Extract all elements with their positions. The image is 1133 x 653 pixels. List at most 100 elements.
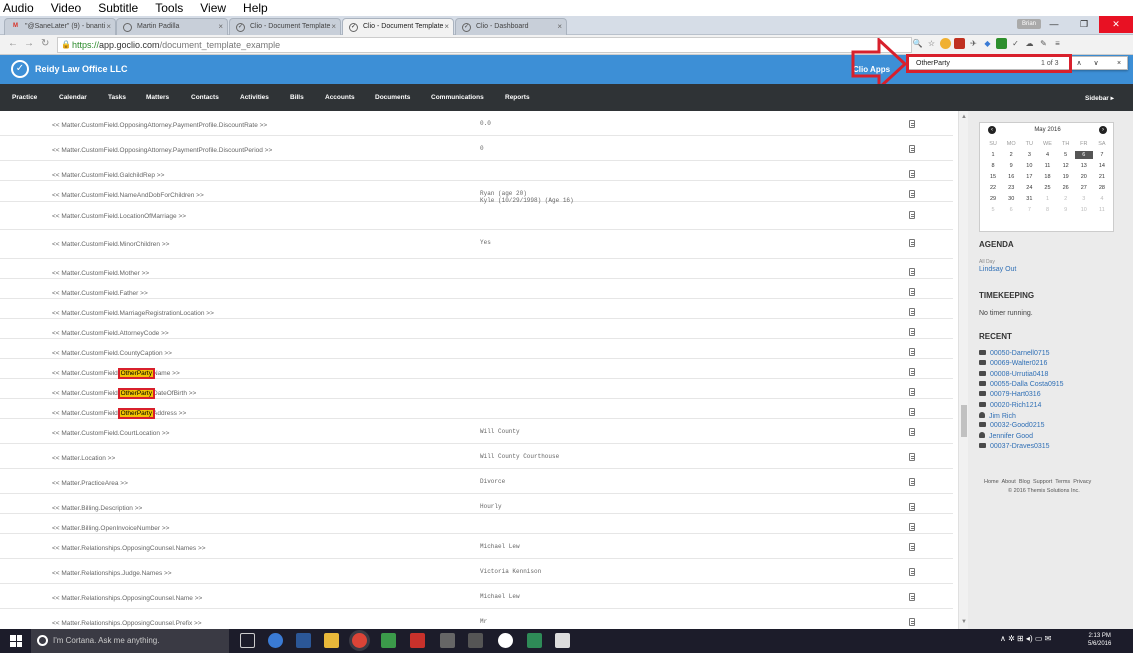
find-previous-icon[interactable]: ∧: [1073, 58, 1085, 69]
pen-extension-icon[interactable]: ✎: [1038, 38, 1049, 49]
tab-gmail[interactable]: M "@SaneLater" (9) - bnanti ×: [4, 18, 116, 35]
menu-subtitle[interactable]: Subtitle: [98, 1, 138, 15]
url-field[interactable]: 🔒 https://app.goclio.com/document_templa…: [57, 37, 912, 53]
tab-document-template-1[interactable]: ✓ Clio - Document Template ×: [229, 18, 341, 35]
calendar-day[interactable]: 4: [1093, 195, 1111, 203]
copy-icon[interactable]: [909, 211, 915, 219]
evernote-extension-icon[interactable]: [996, 38, 1007, 49]
copy-icon[interactable]: [909, 453, 915, 461]
footer-support[interactable]: Support: [1033, 479, 1052, 485]
recent-item[interactable]: 00020-Rich1214: [979, 401, 1041, 409]
footer-blog[interactable]: Blog: [1019, 479, 1030, 485]
calendar-day[interactable]: 13: [1075, 162, 1093, 170]
file-explorer-icon[interactable]: [324, 633, 339, 648]
bookmark-star-icon[interactable]: ☆: [926, 38, 937, 49]
calendar-day[interactable]: 2: [1057, 195, 1075, 203]
calendar-day[interactable]: 1: [1038, 195, 1056, 203]
tab-contact[interactable]: Martin Padilla ×: [116, 18, 228, 35]
tab-dashboard[interactable]: ✓ Clio - Dashboard ×: [455, 18, 567, 35]
copy-icon[interactable]: [909, 328, 915, 336]
calendar-day[interactable]: 31: [1020, 195, 1038, 203]
maximize-icon[interactable]: ❐: [1069, 16, 1099, 33]
scroll-down-icon[interactable]: ▼: [961, 619, 967, 625]
back-icon[interactable]: ←: [8, 38, 18, 49]
copy-icon[interactable]: [909, 388, 915, 396]
onenote-icon[interactable]: [268, 633, 283, 648]
page-scrollbar[interactable]: ▲ ▼: [958, 111, 968, 629]
calendar-day[interactable]: 12: [1057, 162, 1075, 170]
nav-practice[interactable]: Practice: [12, 94, 37, 101]
copy-icon[interactable]: [909, 593, 915, 601]
calendar-day[interactable]: 11: [1093, 206, 1111, 214]
minimize-icon[interactable]: —: [1039, 16, 1069, 33]
reload-icon[interactable]: ↻: [41, 38, 49, 49]
calendar-day[interactable]: 4: [1038, 151, 1056, 159]
window-close-icon[interactable]: ✕: [1099, 16, 1133, 33]
copy-icon[interactable]: [909, 478, 915, 486]
calendar-day[interactable]: 9: [1002, 162, 1020, 170]
honey-extension-icon[interactable]: [940, 38, 951, 49]
camtasia-icon[interactable]: [527, 633, 542, 648]
nav-reports[interactable]: Reports: [505, 94, 530, 101]
calendar-day[interactable]: 11: [1038, 162, 1056, 170]
chrome-icon[interactable]: [352, 633, 367, 648]
nav-accounts[interactable]: Accounts: [325, 94, 355, 101]
copy-icon[interactable]: [909, 120, 915, 128]
recent-item[interactable]: 00050-Darnell0715: [979, 350, 1050, 357]
close-icon[interactable]: ×: [557, 22, 562, 31]
calendar-day[interactable]: 21: [1093, 173, 1111, 181]
calendar-day[interactable]: 17: [1020, 173, 1038, 181]
menu-view[interactable]: View: [200, 1, 226, 15]
footer-home[interactable]: Home: [984, 479, 999, 485]
menu-audio[interactable]: Audio: [3, 1, 34, 15]
calendar-day[interactable]: 22: [984, 184, 1002, 192]
copy-icon[interactable]: [909, 408, 915, 416]
footer-about[interactable]: About: [1001, 479, 1015, 485]
sidebar-toggle[interactable]: Sidebar ▸: [1085, 94, 1114, 102]
calendar-day[interactable]: 8: [1038, 206, 1056, 214]
calendar-day[interactable]: 6: [1002, 206, 1020, 214]
dropbox-extension-icon[interactable]: ◆: [982, 38, 993, 49]
windows-start-icon[interactable]: [10, 635, 22, 647]
agenda-item[interactable]: Lindsay Out: [979, 266, 1016, 273]
recent-item[interactable]: 00037-Draves0315: [979, 442, 1050, 450]
zoom-icon[interactable]: 🔍: [912, 38, 923, 49]
nav-matters[interactable]: Matters: [146, 94, 169, 101]
forward-icon[interactable]: →: [24, 38, 34, 49]
system-tray-icons[interactable]: ∧ ✲ ⊞ ◂) ▭ ✉: [1000, 634, 1051, 643]
close-icon[interactable]: ×: [444, 22, 449, 31]
calendar-day[interactable]: 1: [984, 151, 1002, 159]
recent-item[interactable]: 00008-Urrutia0418: [979, 370, 1048, 378]
find-close-icon[interactable]: ×: [1113, 58, 1125, 69]
calendar-day[interactable]: 7: [1093, 151, 1111, 159]
capture-icon[interactable]: [555, 633, 570, 648]
copy-icon[interactable]: [909, 618, 915, 626]
menu-help[interactable]: Help: [243, 1, 268, 15]
calendar-next-icon[interactable]: ›: [1099, 126, 1107, 134]
calendar-day[interactable]: 15: [984, 173, 1002, 181]
calendar-day[interactable]: 10: [1020, 162, 1038, 170]
clio-logo-icon[interactable]: ✓: [11, 60, 29, 78]
calendar-day[interactable]: 30: [1002, 195, 1020, 203]
menu-tools[interactable]: Tools: [155, 1, 183, 15]
nav-calendar[interactable]: Calendar: [59, 94, 87, 101]
recent-item[interactable]: Jennifer Good: [979, 432, 1033, 440]
cloud-extension-icon[interactable]: ☁: [1024, 38, 1035, 49]
bird-extension-icon[interactable]: ✈: [968, 38, 979, 49]
scroll-up-icon[interactable]: ▲: [961, 114, 967, 120]
word-icon[interactable]: [296, 633, 311, 648]
copy-icon[interactable]: [909, 428, 915, 436]
copy-icon[interactable]: [909, 170, 915, 178]
nav-tasks[interactable]: Tasks: [108, 94, 126, 101]
calendar-day[interactable]: 25: [1038, 184, 1056, 192]
calendar-day[interactable]: 19: [1057, 173, 1075, 181]
nav-communications[interactable]: Communications: [431, 94, 484, 101]
copy-icon[interactable]: [909, 503, 915, 511]
pen-app-icon[interactable]: [468, 633, 483, 648]
recent-item[interactable]: 00055-Dalla Costa0915: [979, 380, 1064, 388]
cortana-search[interactable]: I'm Cortana. Ask me anything.: [31, 629, 229, 653]
close-icon[interactable]: ×: [331, 22, 336, 31]
calendar-day[interactable]: 3: [1075, 195, 1093, 203]
calendar-day[interactable]: 6: [1074, 151, 1093, 159]
copy-icon[interactable]: [909, 523, 915, 531]
